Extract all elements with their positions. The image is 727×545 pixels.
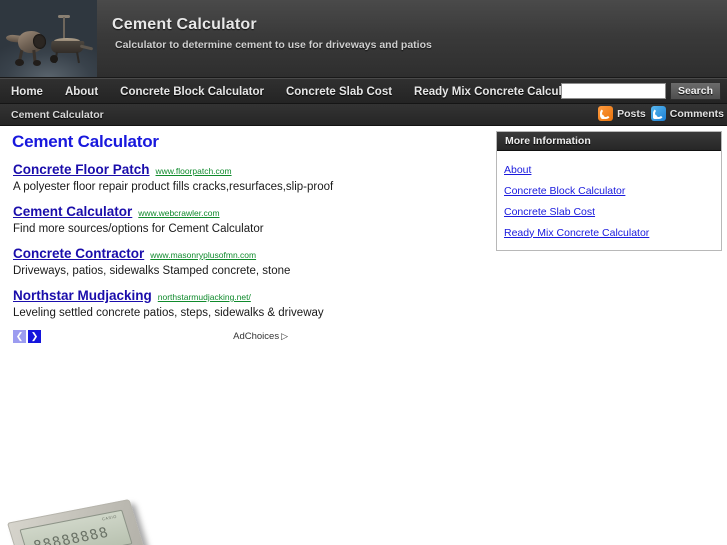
search-button[interactable]: Search	[669, 82, 721, 100]
sidebar-link-label: Concrete Block Calculator	[504, 184, 626, 197]
header-text-block: Cement Calculator Calculator to determin…	[112, 16, 432, 51]
feed-label-posts: Posts	[617, 107, 646, 120]
page-title: Cement Calculator	[12, 132, 159, 151]
ad-unit: Northstar Mudjacking northstarmudjacking…	[13, 288, 480, 321]
ad-url[interactable]: www.webcrawler.com	[138, 206, 219, 221]
ad-header: Northstar Mudjacking northstarmudjacking…	[13, 288, 480, 305]
sidebar-item-ready-mix-concrete-calculator[interactable]: Ready Mix Concrete Calculator	[497, 221, 721, 242]
ad-title[interactable]: Northstar Mudjacking	[13, 288, 152, 303]
ad-header: Concrete Contractor www.masonryplusofmn.…	[13, 246, 480, 263]
ad-title[interactable]: Concrete Contractor	[13, 246, 144, 261]
sidebar-item-about[interactable]: About	[497, 158, 721, 179]
sidebar-heading: More Information	[497, 132, 721, 151]
sidebar-item-concrete-block-calculator[interactable]: Concrete Block Calculator	[497, 179, 721, 200]
ad-url[interactable]: www.masonryplusofmn.com	[150, 248, 256, 263]
sidebar-link-list: About Concrete Block Calculator Concrete…	[497, 151, 721, 250]
ad-next-arrow-icon[interactable]: ❯	[28, 330, 41, 343]
page-root: Cement Calculator Calculator to determin…	[0, 0, 727, 545]
calculator-body: CASIO 88888888	[6, 499, 170, 545]
rss-icon-posts	[598, 106, 614, 121]
sidebar-link-label: Ready Mix Concrete Calculator	[504, 226, 650, 239]
ad-title[interactable]: Cement Calculator	[13, 204, 132, 219]
adchoices-link[interactable]: AdChoices ▷	[233, 331, 288, 342]
calculator-brand-label: CASIO	[101, 513, 118, 522]
calculator-display-screen: CASIO 88888888	[19, 509, 133, 545]
search-input[interactable]	[560, 83, 666, 99]
sidebar-more-information: More Information About Concrete Block Ca…	[496, 131, 722, 251]
sidebar-link-label: Concrete Slab Cost	[504, 205, 596, 218]
breadcrumb: Cement Calculator	[11, 109, 104, 121]
ad-prev-arrow-icon[interactable]: ❮	[13, 330, 26, 343]
ad-description: Leveling settled concrete patios, steps,…	[13, 307, 324, 319]
sidebar-link-label: About	[504, 163, 532, 176]
breadcrumb-bar: Cement Calculator Posts Comments	[0, 104, 727, 126]
ad-header: Concrete Floor Patch www.floorpatch.com	[13, 162, 480, 179]
ad-footer: ❮ ❯ AdChoices ▷	[13, 330, 288, 346]
ad-url[interactable]: www.floorpatch.com	[156, 164, 232, 179]
sidebar-item-concrete-slab-cost[interactable]: Concrete Slab Cost	[497, 200, 721, 221]
site-title: Cement Calculator	[112, 16, 257, 33]
wheelbarrow-wheel	[50, 55, 58, 63]
ad-description: Driveways, patios, sidewalks Stamped con…	[13, 265, 291, 277]
site-tagline: Calculator to determine cement to use fo…	[115, 39, 432, 51]
main-content-column: Cement Calculator Concrete Floor Patch w…	[10, 132, 480, 346]
adchoices-label: AdChoices	[233, 331, 280, 342]
ad-unit: Cement Calculator www.webcrawler.com Fin…	[13, 204, 480, 237]
mixer-wheel-left	[15, 59, 24, 66]
ad-description: A polyester floor repair product fills c…	[13, 181, 334, 193]
nav-item-concrete-block-calculator[interactable]: Concrete Block Calculator	[109, 79, 275, 105]
ad-url[interactable]: northstarmudjacking.net/	[158, 290, 251, 305]
header-photo	[0, 0, 97, 77]
ad-unit: Concrete Floor Patch www.floorpatch.com …	[13, 162, 480, 195]
ad-header: Cement Calculator www.webcrawler.com	[13, 204, 480, 221]
nav-item-home[interactable]: Home	[0, 79, 54, 105]
mixer-wheel-right	[33, 60, 41, 66]
ad-unit: Concrete Contractor www.masonryplusofmn.…	[13, 246, 480, 279]
wheelbarrow-leg-right	[76, 51, 80, 64]
ad-description: Find more sources/options for Cement Cal…	[13, 223, 264, 235]
adchoices-triangle-icon: ▷	[281, 331, 288, 341]
feed-links: Posts Comments	[598, 106, 724, 121]
site-header: Cement Calculator Calculator to determin…	[0, 0, 727, 78]
nav-item-about[interactable]: About	[54, 79, 109, 105]
feed-link-posts[interactable]: Posts	[598, 106, 646, 121]
ad-title[interactable]: Concrete Floor Patch	[13, 162, 150, 177]
main-navigation: Home About Concrete Block Calculator Con…	[0, 78, 727, 104]
nav-item-concrete-slab-cost[interactable]: Concrete Slab Cost	[275, 79, 403, 105]
calculator-display-digits: 88888888	[31, 524, 111, 545]
rss-icon-comments	[650, 106, 666, 121]
feed-label-comments: Comments	[669, 107, 724, 120]
feed-link-comments[interactable]: Comments	[650, 106, 724, 121]
advertisement-block: Concrete Floor Patch www.floorpatch.com …	[13, 162, 480, 346]
page-body: Cement Calculator Concrete Floor Patch w…	[0, 126, 727, 545]
search-form: Search	[560, 82, 721, 100]
calculator-photo: CASIO 88888888	[6, 499, 188, 545]
